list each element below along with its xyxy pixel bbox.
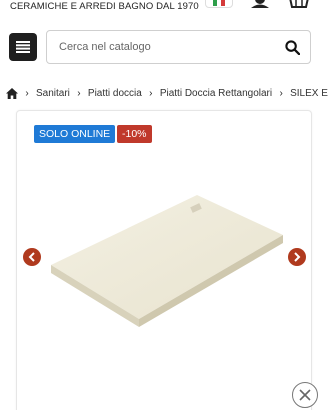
user-account-icon[interactable] (250, 0, 270, 8)
menu-button[interactable] (9, 33, 37, 61)
header: CERAMICHE E ARREDI BAGNO DAL 1970 (0, 0, 328, 18)
close-icon (299, 389, 311, 401)
shower-tray-image (51, 195, 283, 327)
search-box (46, 30, 311, 64)
chevron-right-icon: › (25, 87, 29, 99)
flag-italy-icon[interactable] (205, 0, 233, 8)
product-gallery-card: SOLO ONLINE -10% (16, 110, 312, 410)
carousel-prev-button[interactable] (23, 248, 41, 266)
home-icon[interactable] (6, 87, 18, 99)
breadcrumb: › Sanitari › Piatti doccia › Piatti Docc… (6, 86, 328, 100)
chevron-right-icon: › (77, 87, 81, 99)
online-only-badge: SOLO ONLINE (34, 125, 116, 143)
chevron-right-icon: › (279, 87, 283, 99)
breadcrumb-item-piatti-doccia-rettangolari[interactable]: Piatti Doccia Rettangolari (160, 88, 272, 99)
close-button[interactable] (292, 382, 318, 408)
brand-tagline: CERAMICHE E ARREDI BAGNO DAL 1970 (10, 1, 199, 12)
discount-badge: -10% (117, 125, 152, 143)
shopping-basket-icon[interactable] (288, 0, 310, 8)
hamburger-menu-icon (16, 41, 30, 53)
search-icon[interactable] (285, 40, 300, 55)
breadcrumb-item-sanitari[interactable]: Sanitari (36, 88, 70, 99)
breadcrumb-item-current: SILEX E (290, 87, 328, 99)
chevron-right-icon: › (149, 87, 153, 99)
search-input[interactable] (47, 31, 267, 63)
chevron-left-icon (28, 252, 35, 262)
breadcrumb-item-piatti-doccia[interactable]: Piatti doccia (88, 88, 142, 99)
carousel-next-button[interactable] (288, 248, 306, 266)
chevron-right-icon (294, 252, 301, 262)
